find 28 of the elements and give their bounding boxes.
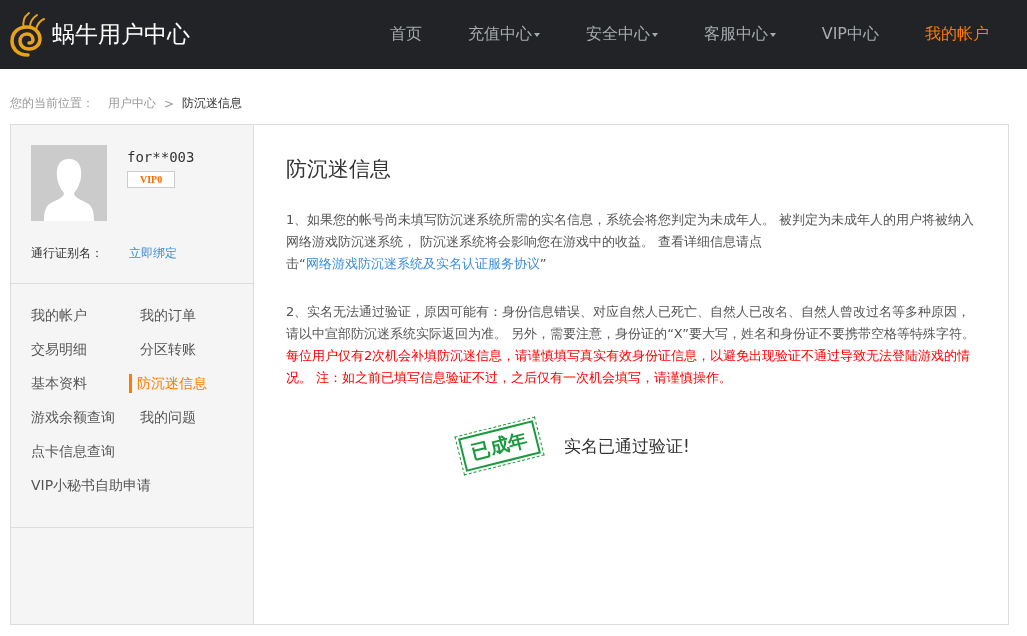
nav-link[interactable]: 安全中心 — [585, 24, 658, 45]
breadcrumb-label: 您的当前位置： — [10, 95, 94, 112]
snail-logo-icon — [10, 10, 46, 59]
notice-paragraph: 2、实名无法通过验证，原因可能有：身份信息错误、对应自然人已死亡、自然人已改名、自然人曾改过名等多种原因，请以中宣部防沉迷系统实际返回为准。 另外，需要注意，身份证的“X”要大写，姓名和身份证不要携带空格等特殊字符。 每位用户仅有2次机会补填防沉迷信息，请谨慎填写真实有效身份证信息，以避免出现验证不通过导致无法登陆游戏的情况。 注：如之前已填写信息验证不过，之后仅有一次机会填写，请谨慎操作。 — [286, 303, 976, 387]
verification-status: 实名已通过验证! — [564, 434, 690, 458]
notice-paragraph: 1、如果您的帐号尚未填写防沉迷系统所需的实名信息，系统会将您判定为未成年人。 被判定为未成年人的用户将被纳入网络游戏防沉迷系统， 防沉迷系统将会影响您在游戏中的收益。 查看详细信息请点击“网络游戏防沉迷系统及实名认证服务协议” — [286, 211, 976, 273]
sidebar-menu-item[interactable]: 我的问题 — [140, 408, 196, 427]
sidebar-menu-item[interactable]: 分区转账 — [140, 340, 196, 359]
sidebar-menu-item[interactable]: 交易明细 — [31, 340, 140, 359]
alias-label: 通行证别名： — [31, 245, 103, 262]
nav-link[interactable]: 首页 — [389, 24, 422, 45]
nav-link[interactable]: VIP中心 — [821, 24, 879, 45]
sidebar-menu-item[interactable]: 我的订单 — [140, 306, 196, 325]
breadcrumb-separator: > — [164, 96, 175, 111]
nav-link[interactable]: 客服中心 — [703, 24, 776, 45]
sidebar-menu-item[interactable]: 点卡信息查询 — [31, 442, 140, 461]
avatar-icon — [31, 145, 107, 221]
nav-link[interactable]: 充值中心 — [467, 24, 540, 45]
breadcrumb-item: 防沉迷信息 — [182, 95, 243, 112]
username: for**003 — [127, 149, 195, 165]
vip-level-badge: VIP0 — [127, 171, 176, 188]
sidebar-menu-item[interactable]: 游戏余额查询 — [31, 408, 140, 427]
sidebar-menu-item[interactable]: 我的帐户 — [31, 306, 140, 325]
page-title: 防沉迷信息 — [286, 156, 392, 183]
agreement-link[interactable]: 网络游戏防沉迷系统及实名认证服务协议 — [305, 256, 540, 271]
sidebar-menu-item[interactable]: VIP小秘书自助申请 — [31, 476, 152, 495]
nav-link[interactable]: 我的帐户 — [925, 24, 989, 45]
site-logo-text: 蜗牛用户中心 — [52, 20, 190, 49]
